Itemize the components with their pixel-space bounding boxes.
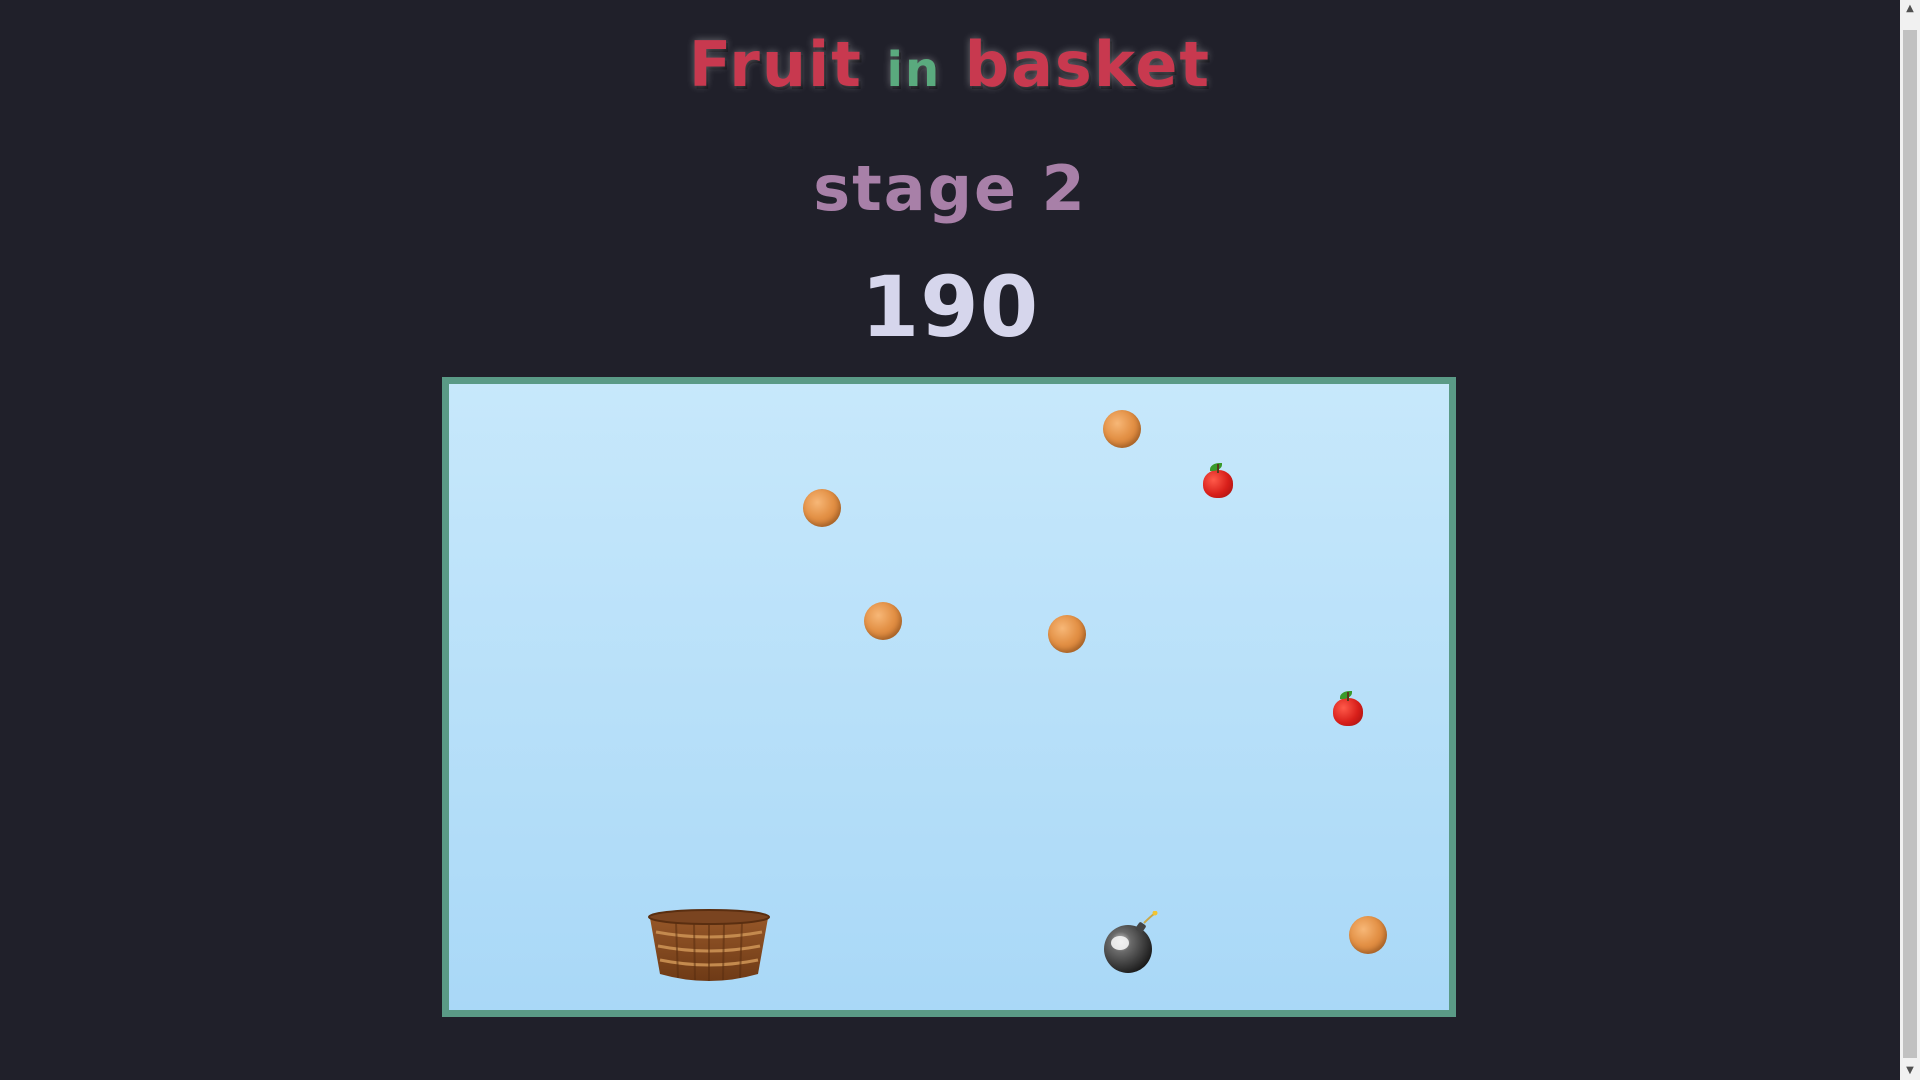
apple-icon [1331, 690, 1365, 728]
score-display: 190 [860, 258, 1040, 356]
scroll-thumb[interactable] [1903, 30, 1917, 1058]
apple-icon [1201, 462, 1235, 500]
orange-icon [1103, 410, 1141, 448]
game-title: Fruit in basket [0, 28, 1900, 101]
orange-icon [864, 602, 902, 640]
orange-icon [803, 489, 841, 527]
title-part-basket: basket [941, 28, 1212, 101]
stage-label: stage 2 [813, 152, 1087, 225]
scroll-up-icon[interactable]: ▲ [1900, 0, 1920, 18]
game-board[interactable] [442, 377, 1456, 1017]
game-page: Fruit in basket stage 2 190 [0, 0, 1900, 1080]
scrollbar[interactable]: ▲ ▼ [1900, 0, 1920, 1080]
bomb-icon [1098, 910, 1164, 977]
scroll-down-icon[interactable]: ▼ [1900, 1062, 1920, 1080]
orange-icon [1349, 916, 1387, 954]
title-part-fruit: Fruit [688, 28, 887, 101]
basket-icon[interactable] [646, 908, 772, 982]
title-part-in: in [886, 42, 942, 98]
orange-icon [1048, 615, 1086, 653]
